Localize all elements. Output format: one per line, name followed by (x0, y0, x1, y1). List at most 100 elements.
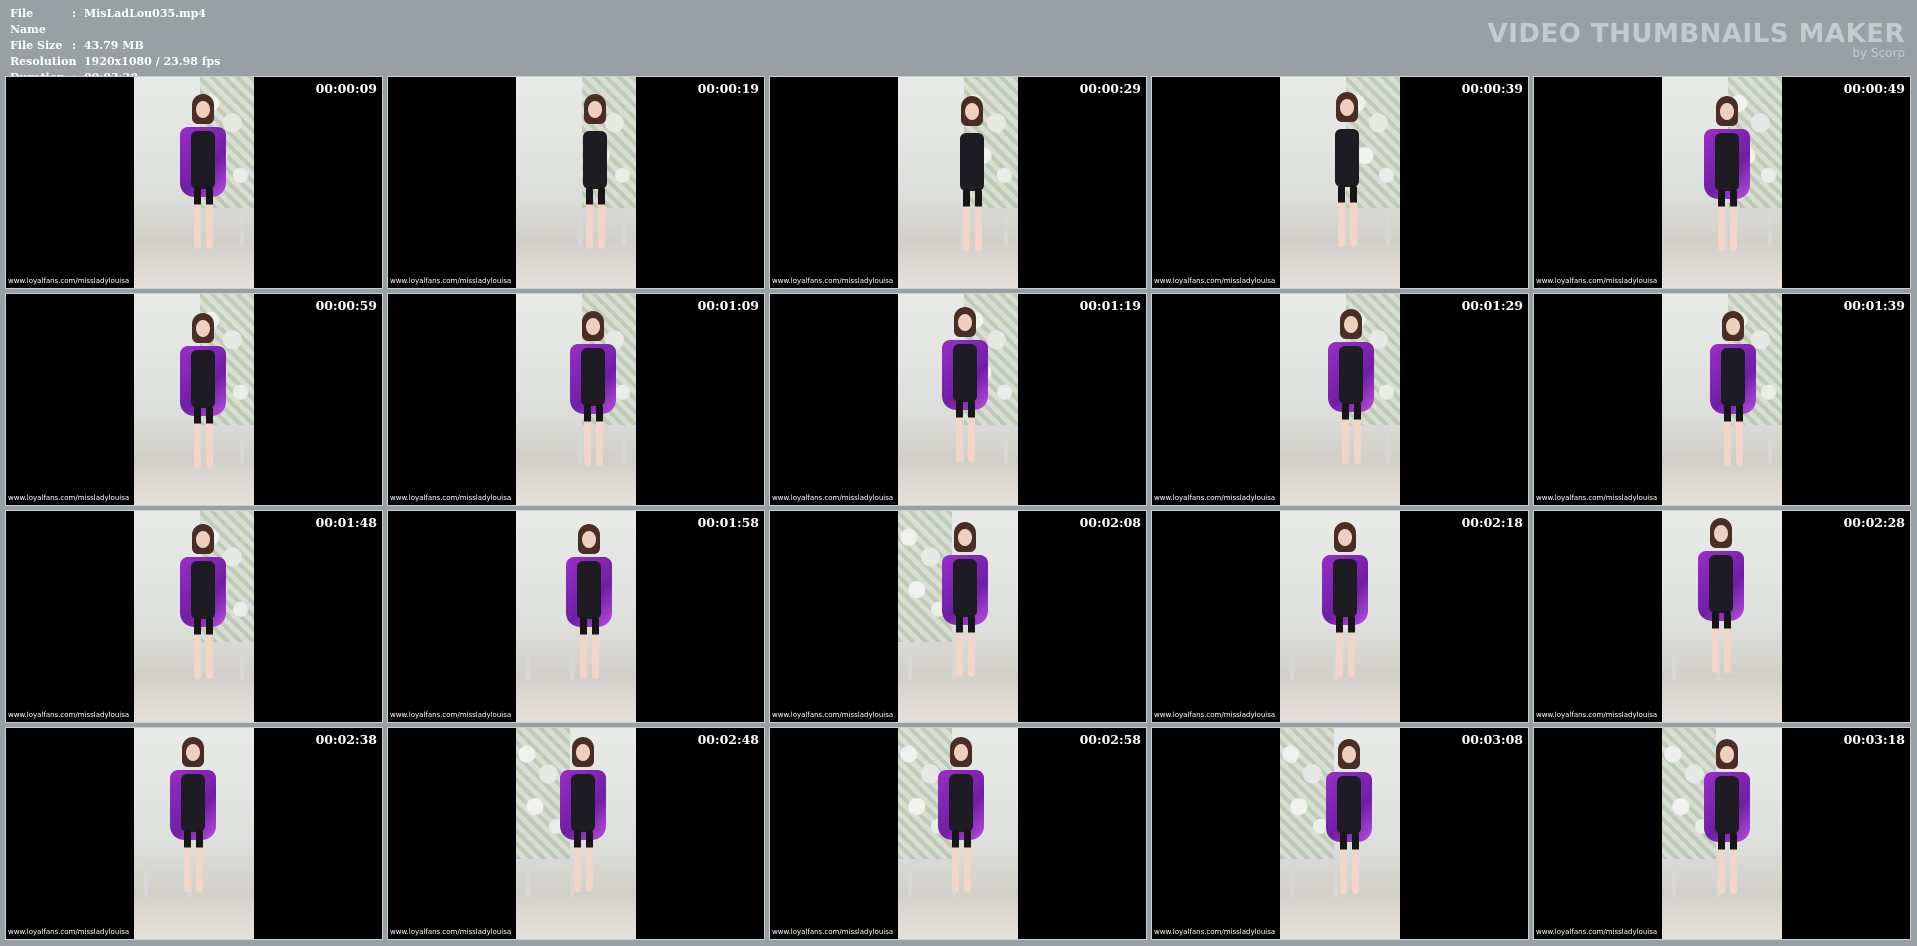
video-frame (516, 77, 636, 288)
figure-body (581, 348, 605, 406)
timestamp: 00:02:28 (1843, 515, 1905, 530)
watermark: www.loyalfans.com/missladylouisa (8, 928, 130, 936)
figure-body (1337, 776, 1361, 834)
video-thumbnail[interactable]: 00:02:38 www.loyalfans.com/missladylouisa (5, 727, 383, 940)
video-thumbnail[interactable]: 00:01:48 www.loyalfans.com/missladylouisa (5, 510, 383, 723)
person-figure (1318, 77, 1378, 288)
watermark: www.loyalfans.com/missladylouisa (390, 711, 512, 719)
video-frame (1280, 728, 1400, 939)
video-thumbnail[interactable]: 00:00:49 www.loyalfans.com/missladylouisa (1533, 76, 1911, 289)
video-thumbnail[interactable]: 00:02:58 www.loyalfans.com/missladylouisa (769, 727, 1147, 940)
figure-body (960, 133, 984, 191)
video-thumbnail[interactable]: 00:01:39 www.loyalfans.com/missladylouisa (1533, 293, 1911, 506)
figure-leg (1724, 611, 1731, 673)
video-frame (134, 728, 254, 939)
video-thumbnail[interactable]: 00:01:58 www.loyalfans.com/missladylouisa (387, 510, 765, 723)
watermark: www.loyalfans.com/missladylouisa (772, 928, 894, 936)
figure-leg (194, 617, 201, 679)
watermark: www.loyalfans.com/missladylouisa (1154, 494, 1276, 502)
watermark: www.loyalfans.com/missladylouisa (8, 711, 130, 719)
video-thumbnail[interactable]: 00:01:29 www.loyalfans.com/missladylouisa (1151, 293, 1529, 506)
video-frame (516, 728, 636, 939)
figure-leg (1336, 615, 1343, 677)
figure-face (1726, 318, 1740, 335)
figure-leg (1354, 402, 1361, 464)
figure-face (1338, 529, 1352, 546)
timestamp: 00:00:39 (1461, 81, 1523, 96)
watermark: www.loyalfans.com/missladylouisa (390, 494, 512, 502)
timestamp: 00:02:48 (697, 732, 759, 747)
video-frame (898, 294, 1018, 505)
video-thumbnail[interactable]: 00:02:08 www.loyalfans.com/missladylouisa (769, 510, 1147, 723)
person-figure (936, 294, 996, 505)
person-figure (174, 294, 234, 505)
file-size-value: 43.79 MB (84, 39, 144, 52)
timestamp: 00:01:58 (697, 515, 759, 530)
video-thumbnail[interactable]: 00:00:19 www.loyalfans.com/missladylouisa (387, 76, 765, 289)
timestamp: 00:00:09 (315, 81, 377, 96)
figure-face (954, 744, 968, 761)
person-figure (1316, 511, 1376, 722)
figure-leg (586, 830, 593, 892)
person-figure (560, 511, 620, 722)
video-thumbnail[interactable]: 00:01:09 www.loyalfans.com/missladylouisa (387, 293, 765, 506)
video-thumbnail[interactable]: 00:02:48 www.loyalfans.com/missladylouisa (387, 727, 765, 940)
figure-body (953, 559, 977, 617)
separator: : (72, 39, 77, 52)
timestamp: 00:02:08 (1079, 515, 1141, 530)
person-figure (932, 728, 992, 939)
figure-leg (574, 830, 581, 892)
figure-leg (1350, 185, 1357, 247)
figure-leg (206, 617, 213, 679)
figure-face (1720, 746, 1734, 763)
figure-face (1714, 525, 1728, 542)
figure-face (196, 101, 210, 118)
video-frame (898, 511, 1018, 722)
video-frame (134, 77, 254, 288)
figure-leg (1718, 189, 1725, 251)
figure-leg (586, 187, 593, 249)
video-frame (1280, 511, 1400, 722)
video-thumbnail[interactable]: 00:02:28 www.loyalfans.com/missladylouisa (1533, 510, 1911, 723)
figure-face (196, 320, 210, 337)
watermark: www.loyalfans.com/missladylouisa (1536, 711, 1658, 719)
video-frame (898, 728, 1018, 939)
figure-leg (956, 400, 963, 462)
video-thumbnail[interactable]: 00:02:18 www.loyalfans.com/missladylouisa (1151, 510, 1529, 723)
timestamp: 00:01:39 (1843, 298, 1905, 313)
figure-body (953, 344, 977, 402)
video-thumbnail[interactable]: 00:00:59 www.loyalfans.com/missladylouisa (5, 293, 383, 506)
figure-body (191, 561, 215, 619)
figure-body (1721, 348, 1745, 406)
timestamp: 00:00:59 (315, 298, 377, 313)
figure-face (1340, 99, 1354, 116)
timestamp: 00:02:58 (1079, 732, 1141, 747)
person-figure (1320, 728, 1380, 939)
video-thumbnail[interactable]: 00:03:18 www.loyalfans.com/missladylouisa (1533, 727, 1911, 940)
video-frame (1280, 77, 1400, 288)
person-figure (174, 511, 234, 722)
figure-face (958, 529, 972, 546)
figure-body (949, 774, 973, 832)
video-thumbnail[interactable]: 00:00:29 www.loyalfans.com/missladylouisa (769, 76, 1147, 289)
timestamp: 00:01:09 (697, 298, 759, 313)
figure-body (577, 561, 601, 619)
watermark: www.loyalfans.com/missladylouisa (772, 277, 894, 285)
figure-face (965, 103, 979, 120)
video-frame (516, 511, 636, 722)
file-info-row: File Size : 43.79 MB (10, 38, 220, 54)
video-thumbnail[interactable]: 00:00:39 www.loyalfans.com/missladylouisa (1151, 76, 1529, 289)
person-figure (1704, 294, 1764, 505)
figure-leg (1338, 185, 1345, 247)
figure-leg (1342, 402, 1349, 464)
file-info: File Name : MisLadLou035.mp4 File Size :… (10, 6, 220, 86)
person-figure (936, 511, 996, 722)
figure-body (571, 774, 595, 832)
video-thumbnail[interactable]: 00:03:08 www.loyalfans.com/missladylouisa (1151, 727, 1529, 940)
person-figure (564, 294, 624, 505)
figure-leg (968, 400, 975, 462)
video-thumbnail[interactable]: 00:00:09 www.loyalfans.com/missladylouisa (5, 76, 383, 289)
brand-title: VIDEO THUMBNAILS MAKER (1487, 19, 1905, 49)
video-frame (1662, 294, 1782, 505)
video-thumbnail[interactable]: 00:01:19 www.loyalfans.com/missladylouisa (769, 293, 1147, 506)
